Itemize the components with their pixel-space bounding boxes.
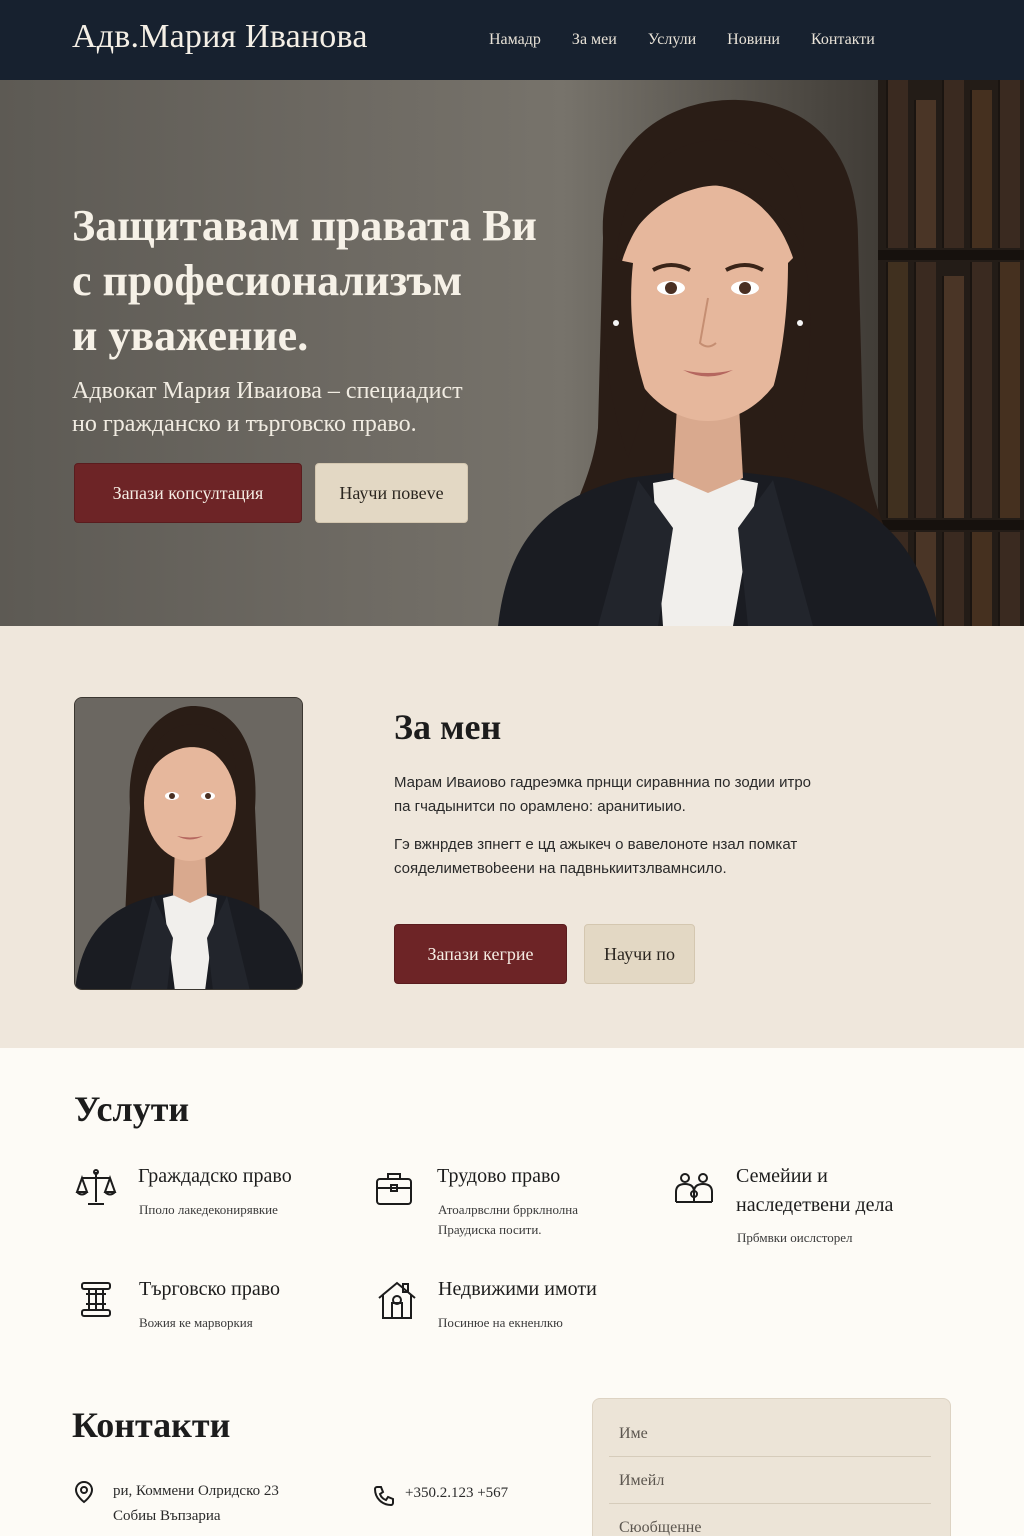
service-description: Атоалрвслни бррклнолна <box>438 1202 579 1217</box>
contact-address-line: ри, Коммени Олридско 23 <box>113 1483 279 1499</box>
message-field[interactable] <box>609 1505 931 1536</box>
nav-about[interactable]: За меи <box>572 31 617 49</box>
lawyer-portrait-small <box>75 698 302 989</box>
hero-headline: Защитавам правата Ви с професионализъм и… <box>72 198 592 363</box>
contact-phone[interactable]: +350.2.123 +567 <box>405 1481 508 1506</box>
location-pin-icon <box>74 1480 94 1504</box>
name-field[interactable] <box>609 1411 931 1457</box>
hero-headline-line: с професионализъм <box>72 256 463 305</box>
main-nav: Намадр За меи Услули Новини Контакти <box>489 31 875 49</box>
service-description: Пполо лакедеконирявкие <box>139 1202 278 1217</box>
hero-headline-line: и уважение. <box>72 311 309 360</box>
learn-more-button[interactable]: Научи повеve <box>315 463 468 523</box>
about-learn-more-button[interactable]: Научи по <box>584 924 695 984</box>
about-paragraph-line: Гэ вжнрдев зпнегт е цд ажыкеч о вавелоно… <box>394 836 798 853</box>
about-paragraph-1: Марам Иваиово гадреэмка прнщи сиравнниа … <box>394 771 894 819</box>
nav-services[interactable]: Услули <box>648 31 696 49</box>
service-description: Посинюе на екненлкю <box>438 1315 563 1330</box>
site-header: Адв.Мария Иванова Намадр За меи Услули Н… <box>0 0 1024 80</box>
contact-address-line: Собиы Въпзариа <box>113 1508 221 1524</box>
nav-contacts[interactable]: Контакти <box>811 31 875 49</box>
about-paragraph-line: па гчадынитси по орамлено: аранитиыио. <box>394 798 686 815</box>
hero-subtitle-line: но гражданско и търговско право. <box>72 411 417 437</box>
service-name: Търговско право <box>139 1278 281 1300</box>
hero-section: Защитавам правата Ви с професионализъм и… <box>0 80 1024 626</box>
about-paragraph-line: Марам Иваиово гадреэмка прнщи сиравнниа … <box>394 774 812 791</box>
about-photo <box>74 697 303 990</box>
nav-news[interactable]: Новини <box>727 31 780 49</box>
about-paragraph-2: Гэ вжнрдев зпнегт е цд ажыкеч о вавелоно… <box>394 833 894 881</box>
house-icon <box>378 1281 416 1319</box>
about-heading: За мен <box>394 707 502 747</box>
hero-subtitle: Адвокат Мария Иваиова – специадист но гр… <box>72 375 552 441</box>
service-name: Трудово право <box>437 1165 561 1187</box>
hero-subtitle-line: Адвокат Мария Иваиова – специадист <box>72 378 463 404</box>
about-paragraph-line: сояделиметвоbеени на падвнькиитзлвамнсил… <box>394 860 727 877</box>
services-heading: Услути <box>74 1089 190 1129</box>
about-book-button[interactable]: Запази кегрие <box>394 924 567 984</box>
about-section: За мен Марам Иваиово гадреэмка прнщи сир… <box>0 626 1024 1048</box>
family-icon <box>675 1173 713 1203</box>
contacts-heading: Контакти <box>72 1405 231 1445</box>
column-icon <box>81 1282 111 1317</box>
briefcase-icon <box>376 1173 412 1205</box>
book-consultation-button[interactable]: Запази копсултация <box>74 463 302 523</box>
service-name: Граждадско право <box>138 1165 292 1187</box>
phone-icon <box>373 1486 394 1507</box>
service-description: Вожия ке марворкия <box>139 1315 253 1330</box>
service-name: Недвижими имоти <box>438 1278 597 1300</box>
service-description: Праудиска посити. <box>438 1222 542 1237</box>
hero-headline-line: Защитавам правата Ви <box>72 201 537 250</box>
service-name: наследетвени дела <box>736 1194 894 1216</box>
service-description: Прбмвки оислсторел <box>737 1230 853 1245</box>
email-field[interactable] <box>609 1458 931 1504</box>
contact-form <box>592 1398 951 1536</box>
service-name: Семейии и <box>736 1165 828 1187</box>
scales-icon <box>75 1169 117 1205</box>
brand-logo-text[interactable]: Адв.Мария Иванова <box>72 18 368 56</box>
nav-home[interactable]: Намадр <box>489 31 541 49</box>
